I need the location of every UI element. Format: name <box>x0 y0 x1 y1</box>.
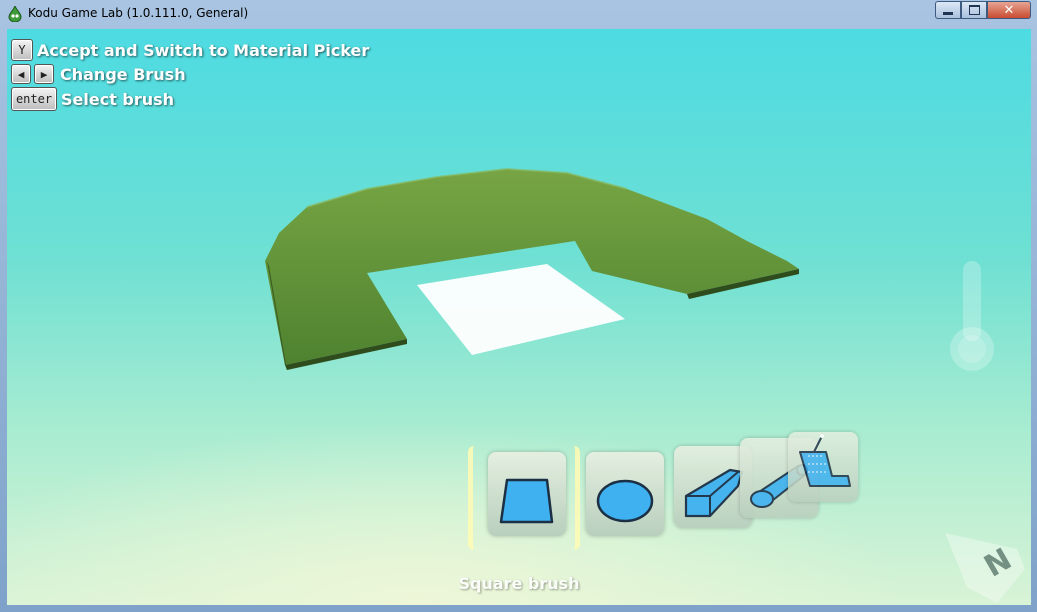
maximize-button[interactable] <box>961 1 987 19</box>
close-icon: ✕ <box>1003 2 1015 18</box>
enter-key-icon: enter <box>11 87 57 111</box>
minimize-icon <box>943 11 953 15</box>
minimize-button[interactable] <box>935 1 961 19</box>
window-controls: ✕ <box>935 1 1031 19</box>
app-window: Kodu Game Lab (1.0.111.0, General) ✕ Y A… <box>0 0 1037 612</box>
hint-select-brush: enter Select brush <box>11 87 174 111</box>
left-arrow-key-icon: ◀ <box>11 64 31 84</box>
kodu-app-icon <box>8 6 22 22</box>
y-key-icon: Y <box>11 39 33 61</box>
brush-square[interactable] <box>488 452 566 536</box>
thermometer-icon <box>950 261 994 371</box>
game-viewport[interactable]: Y Accept and Switch to Material Picker ◀… <box>7 29 1031 605</box>
hint-change-brush-label: Change Brush <box>60 64 186 84</box>
hint-select-brush-label: Select brush <box>61 89 175 109</box>
brush-caption: Square brush <box>458 574 580 593</box>
window-title: Kodu Game Lab (1.0.111.0, General) <box>28 6 249 20</box>
brush-round[interactable] <box>586 452 664 536</box>
hint-accept: Y Accept and Switch to Material Picker <box>11 39 369 61</box>
right-arrow-key-icon: ▶ <box>34 64 54 84</box>
maximize-icon <box>968 5 980 15</box>
hint-change-brush: ◀ ▶ Change Brush <box>11 64 186 84</box>
brush-magic[interactable] <box>788 432 858 502</box>
hint-accept-label: Accept and Switch to Material Picker <box>37 40 370 60</box>
brush-picker <box>462 424 862 574</box>
round-brush-icon <box>596 479 654 523</box>
square-brush-icon <box>499 478 554 524</box>
magic-brush-icon <box>799 434 851 487</box>
compass-icon: N <box>945 533 1025 603</box>
title-bar[interactable]: Kodu Game Lab (1.0.111.0, General) ✕ <box>0 0 1037 28</box>
brush-cursor-square <box>417 264 625 355</box>
close-button[interactable]: ✕ <box>987 1 1031 19</box>
